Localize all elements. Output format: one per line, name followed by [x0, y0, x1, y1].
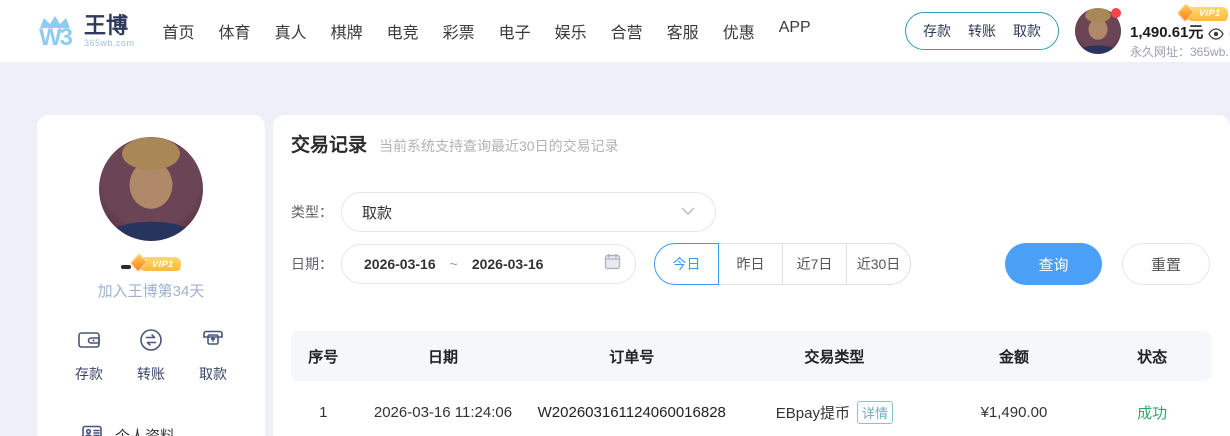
- nav-promos[interactable]: 优惠: [723, 19, 755, 43]
- detail-link[interactable]: 详情: [857, 401, 893, 424]
- id-card-icon: [81, 422, 103, 436]
- chevron-down-icon: [681, 203, 695, 221]
- top-header: W3 王博 365wb.com 首页 体育 真人 棋牌 电竞 彩票 电子 娱乐 …: [0, 0, 1230, 62]
- transaction-records-panel: 交易记录 当前系统支持查询最近30日的交易记录 类型： 取款 日期： 2026-…: [273, 115, 1230, 436]
- sidebar-deposit-button[interactable]: 存款: [75, 327, 103, 384]
- profile-sidebar: VIP1 加入王博第34天 存款 转账 取款 个人资料: [37, 115, 265, 436]
- col-header-index: 序号: [291, 346, 355, 367]
- account-balance: 1,490.61元: [1130, 24, 1203, 43]
- date-filter-label: 日期：: [291, 254, 341, 274]
- type-filter-label: 类型：: [291, 202, 341, 222]
- sidebar-item-profile[interactable]: 个人资料: [81, 422, 265, 436]
- brand-domain: 365wb.com: [84, 38, 135, 48]
- join-days-text: 加入王博第34天: [37, 280, 265, 301]
- deposit-wallet-icon: [76, 327, 102, 358]
- quick-action-label: 取款: [199, 364, 227, 384]
- calendar-icon: [604, 253, 621, 275]
- sidebar-quick-actions: 存款 转账 取款: [37, 327, 265, 384]
- transfer-icon: [138, 327, 164, 358]
- nav-lottery[interactable]: 彩票: [443, 19, 475, 43]
- col-header-status: 状态: [1092, 346, 1212, 367]
- sidebar-transfer-button[interactable]: 转账: [137, 327, 165, 384]
- vip-gem-icon: [1177, 3, 1195, 22]
- nav-slots[interactable]: 电子: [499, 19, 531, 43]
- page-subtitle: 当前系统支持查询最近30日的交易记录: [379, 136, 619, 156]
- table-row: 1 2026-03-16 11:24:06 W20260316112406001…: [291, 381, 1212, 436]
- date-range-input[interactable]: 2026-03-16 ~ 2026-03-16: [341, 244, 636, 284]
- brand-name: 王博: [84, 14, 135, 38]
- cell-date: 2026-03-16 11:24:06: [355, 404, 530, 421]
- col-header-order-no: 订单号: [530, 346, 733, 367]
- range-today-button[interactable]: 今日: [654, 243, 719, 285]
- username-masked: [121, 265, 131, 269]
- date-to-value: 2026-03-16: [472, 256, 544, 272]
- query-button[interactable]: 查询: [1005, 243, 1102, 285]
- nav-sports[interactable]: 体育: [219, 19, 251, 43]
- reset-button[interactable]: 重置: [1122, 243, 1210, 285]
- cell-index: 1: [291, 404, 355, 421]
- crown-w3-logo-icon: W3: [33, 15, 77, 47]
- vip-level-badge: VIP1: [138, 257, 181, 271]
- col-header-type: 交易类型: [733, 346, 936, 367]
- brand-logo[interactable]: W3 王博 365wb.com: [33, 14, 135, 48]
- notification-dot: [1111, 8, 1121, 18]
- withdraw-icon: [200, 327, 226, 358]
- cell-status: 成功: [1092, 402, 1212, 423]
- col-header-amount: 金额: [936, 346, 1093, 367]
- logo-w3-text: W3: [39, 29, 71, 47]
- sidebar-withdraw-button[interactable]: 取款: [199, 327, 227, 384]
- quick-action-label: 转账: [137, 364, 165, 384]
- sidebar-menu: 个人资料 VIP特权: [37, 422, 265, 436]
- date-separator: ~: [450, 256, 458, 272]
- nav-esports[interactable]: 电竞: [387, 19, 419, 43]
- avatar: [99, 137, 203, 241]
- date-quick-ranges: 今日 昨日 近7日 近30日: [654, 243, 911, 285]
- table-header-row: 序号 日期 订单号 交易类型 金额 状态: [291, 331, 1212, 381]
- type-select-value: 取款: [362, 202, 681, 223]
- eye-icon[interactable]: [1208, 28, 1224, 40]
- header-transfer-button[interactable]: 转账: [968, 21, 996, 41]
- nav-app[interactable]: APP: [779, 19, 811, 43]
- range-7days-button[interactable]: 近7日: [782, 243, 847, 285]
- wallet-actions-pill: 存款 转账 取款: [905, 12, 1059, 50]
- cell-amount: ¥1,490.00: [936, 404, 1093, 421]
- nav-board-games[interactable]: 棋牌: [331, 19, 363, 43]
- range-yesterday-button[interactable]: 昨日: [718, 243, 783, 285]
- sidebar-item-label: 个人资料: [115, 425, 175, 436]
- cell-transaction-type: EBpay提币: [776, 402, 850, 423]
- nav-entertainment[interactable]: 娱乐: [555, 19, 587, 43]
- main-nav: 首页 体育 真人 棋牌 电竞 彩票 电子 娱乐 合营 客服 优惠 APP: [163, 19, 811, 43]
- nav-live[interactable]: 真人: [275, 19, 307, 43]
- vip-level-badge: VIP1: [1186, 7, 1229, 21]
- header-avatar[interactable]: [1075, 8, 1121, 54]
- range-30days-button[interactable]: 近30日: [846, 243, 911, 285]
- nav-home[interactable]: 首页: [163, 19, 195, 43]
- col-header-date: 日期: [355, 346, 530, 367]
- page-title: 交易记录: [291, 130, 367, 157]
- type-select[interactable]: 取款: [341, 192, 716, 232]
- permanent-url: 永久网址：365wb.: [1130, 45, 1230, 60]
- vip-gem-icon: [130, 253, 148, 272]
- nav-affiliate[interactable]: 合营: [611, 19, 643, 43]
- quick-action-label: 存款: [75, 364, 103, 384]
- cell-order-no: W202603161124060016828: [530, 404, 733, 421]
- nav-support[interactable]: 客服: [667, 19, 699, 43]
- transactions-table: 序号 日期 订单号 交易类型 金额 状态 1 2026-03-16 11:24:…: [291, 331, 1212, 436]
- header-withdraw-button[interactable]: 取款: [1013, 21, 1041, 41]
- header-deposit-button[interactable]: 存款: [923, 21, 951, 41]
- date-from-value: 2026-03-16: [364, 256, 436, 272]
